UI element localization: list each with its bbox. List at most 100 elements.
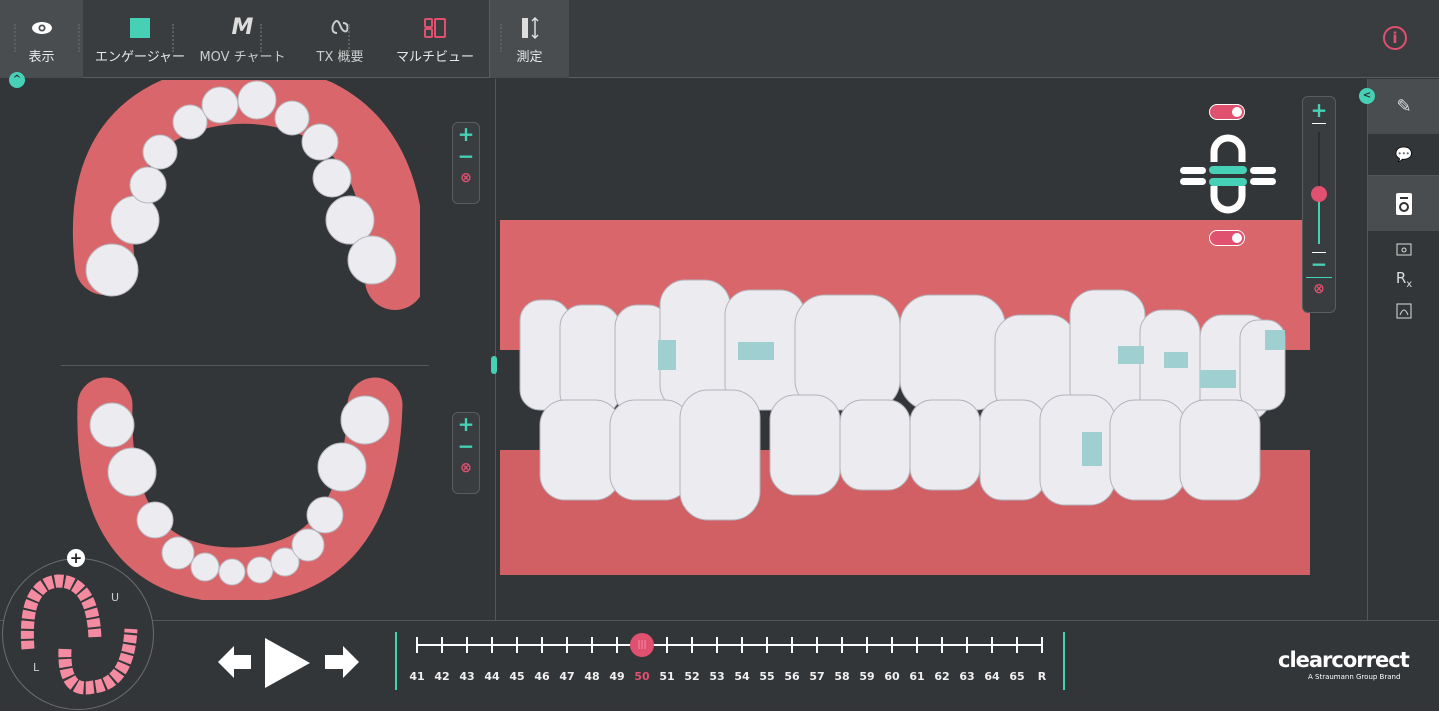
zoom-track[interactable] <box>1311 132 1327 244</box>
zoom-in-button[interactable]: + <box>458 123 475 145</box>
info-icon[interactable]: i <box>1383 26 1407 50</box>
edit-button[interactable]: ✎ <box>1368 79 1439 134</box>
right-sidebar: ✎ 💬 Rx <box>1367 79 1439 620</box>
stage-label-54[interactable]: 54 <box>734 670 749 683</box>
arch-frame-icon <box>1396 303 1412 319</box>
tab-label: 測定 <box>516 49 543 65</box>
timeline-thumb[interactable]: ||| <box>630 633 654 657</box>
timeline-tick <box>866 637 868 653</box>
stage-label-49[interactable]: 49 <box>609 670 624 683</box>
panel-resize-handle[interactable] <box>491 356 497 374</box>
stage-label-60[interactable]: 60 <box>884 670 899 683</box>
bottom-bar <box>0 620 1439 711</box>
timeline-tick <box>591 637 593 653</box>
bite-arch-icon <box>1180 134 1276 214</box>
stage-label-63[interactable]: 63 <box>959 670 974 683</box>
tab-tx-overview[interactable]: TX 概要 <box>300 0 380 78</box>
timeline-tick <box>1016 637 1018 653</box>
stage-label-51[interactable]: 51 <box>659 670 674 683</box>
tab-label: MOV チャート <box>199 49 286 65</box>
main-zoom-slider: + − ⊗ <box>1302 96 1336 313</box>
timeline-tick <box>991 637 993 653</box>
zoom-out-button[interactable]: − <box>1311 253 1328 275</box>
expand-minimap-button[interactable]: + <box>67 549 85 567</box>
timeline-tick <box>841 637 843 653</box>
upper-label: U <box>111 591 120 604</box>
stage-label-61[interactable]: 61 <box>909 670 924 683</box>
timeline-track[interactable] <box>417 644 1042 646</box>
stage-label-43[interactable]: 43 <box>459 670 474 683</box>
tab-mov-chart[interactable]: M MOV チャート <box>190 0 295 78</box>
eye-icon <box>31 14 53 42</box>
tab-engager[interactable]: エンゲージャー <box>90 0 190 78</box>
timeline-tick <box>791 637 793 653</box>
zoom-in-button[interactable]: + <box>1311 99 1328 121</box>
tab-multiview[interactable]: マルチビュー <box>385 0 485 78</box>
stage-label-62[interactable]: 62 <box>934 670 949 683</box>
zoom-out-button[interactable]: − <box>458 145 475 167</box>
pencil-icon: ✎ <box>1396 96 1412 117</box>
front-teeth-view[interactable] <box>500 220 1310 575</box>
document-search-icon <box>1396 192 1412 215</box>
stage-label-64[interactable]: 64 <box>984 670 999 683</box>
measure-icon <box>520 14 540 42</box>
timeline-tick <box>941 637 943 653</box>
stage-label-56[interactable]: 56 <box>784 670 799 683</box>
stage-label-65[interactable]: 65 <box>1009 670 1024 683</box>
upper-arch-view[interactable] <box>60 80 420 310</box>
logo-tagline: A Straumann Group Brand <box>1308 673 1401 681</box>
tab-label: マルチビュー <box>395 49 474 65</box>
report-button[interactable] <box>1368 176 1439 231</box>
multiview-icon <box>424 14 446 42</box>
timeline-tick <box>566 637 568 653</box>
timeline-tick <box>491 637 493 653</box>
upper-zoom-control: + − ⊗ <box>452 122 480 204</box>
arch-view-button[interactable] <box>1368 299 1439 323</box>
timeline-tick <box>616 637 618 653</box>
play-button[interactable] <box>265 638 311 688</box>
stage-label-R[interactable]: R <box>1038 670 1046 683</box>
stage-label-41[interactable]: 41 <box>409 670 424 683</box>
previous-stage-button[interactable] <box>218 645 252 679</box>
next-stage-button[interactable] <box>325 645 359 679</box>
lower-arch-toggle[interactable] <box>1209 230 1245 246</box>
timeline-tick <box>541 637 543 653</box>
stage-label-46[interactable]: 46 <box>534 670 549 683</box>
stage-label-55[interactable]: 55 <box>759 670 774 683</box>
tab-label: 表示 <box>28 49 55 65</box>
stage-label-42[interactable]: 42 <box>434 670 449 683</box>
stage-label-48[interactable]: 48 <box>584 670 599 683</box>
engager-square-icon <box>130 14 150 42</box>
tab-display[interactable]: 表示 <box>0 0 83 78</box>
stage-label-53[interactable]: 53 <box>709 670 724 683</box>
prescription-button[interactable]: Rx <box>1368 267 1439 291</box>
collapse-sidebar-button[interactable]: < <box>1359 88 1375 104</box>
comments-button[interactable]: 💬 <box>1368 137 1439 173</box>
stage-label-59[interactable]: 59 <box>859 670 874 683</box>
stage-label-50[interactable]: 50 <box>634 670 649 683</box>
m-icon: M <box>231 15 254 40</box>
lower-zoom-control: + − ⊗ <box>452 412 480 494</box>
timeline-tick <box>666 637 668 653</box>
stage-label-45[interactable]: 45 <box>509 670 524 683</box>
tooth-chart-minimap[interactable]: U L <box>2 558 154 710</box>
reset-view-icon[interactable]: ⊗ <box>460 457 472 479</box>
tab-label: TX 概要 <box>316 49 364 65</box>
stage-label-47[interactable]: 47 <box>559 670 574 683</box>
reset-view-icon[interactable]: ⊗ <box>460 167 472 189</box>
zoom-slider-thumb[interactable] <box>1311 185 1327 202</box>
collapse-toolbar-button[interactable]: ^ <box>9 72 25 88</box>
stage-label-57[interactable]: 57 <box>809 670 824 683</box>
upper-arch-toggle[interactable] <box>1209 104 1245 120</box>
zoom-out-button[interactable]: − <box>458 435 475 457</box>
timeline-tick <box>741 637 743 653</box>
zoom-in-button[interactable]: + <box>458 413 475 435</box>
stage-label-58[interactable]: 58 <box>834 670 849 683</box>
screenshot-button[interactable] <box>1368 237 1439 261</box>
stage-label-52[interactable]: 52 <box>684 670 699 683</box>
timeline-tick <box>816 637 818 653</box>
reset-view-icon[interactable]: ⊗ <box>1313 278 1325 300</box>
stage-label-44[interactable]: 44 <box>484 670 499 683</box>
timeline-tick <box>516 637 518 653</box>
tooth <box>85 243 139 297</box>
